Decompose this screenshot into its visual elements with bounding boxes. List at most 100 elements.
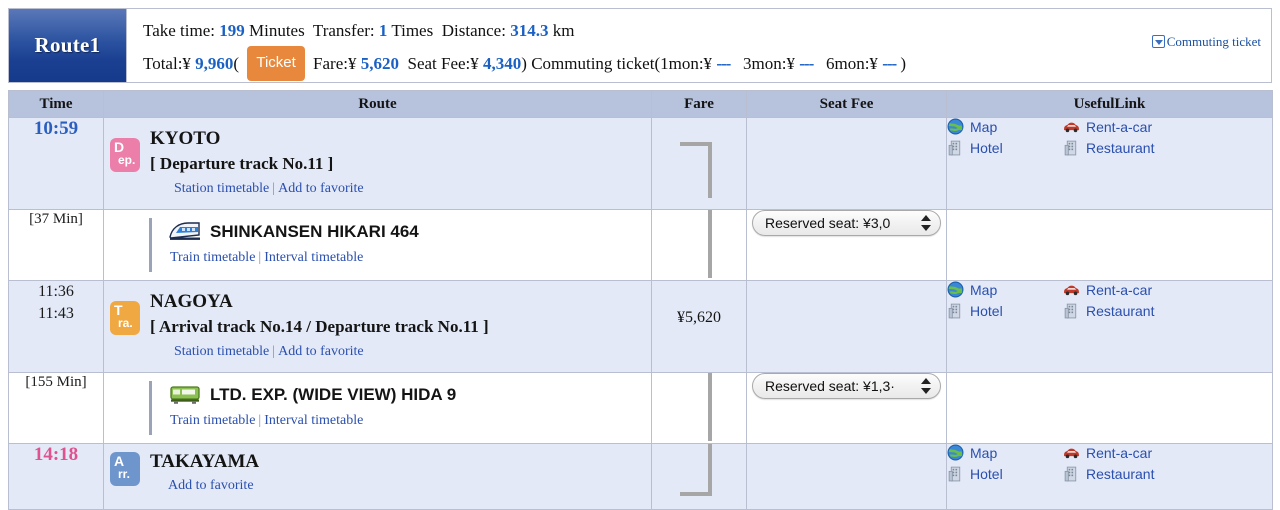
rent-a-car-link-takayama[interactable]: Rent-a-car <box>1063 444 1272 461</box>
distance-value: 314.3 <box>510 21 549 40</box>
arrival-time-takayama: 14:18 <box>33 444 79 465</box>
useful-link-cell-leg2 <box>946 372 1273 444</box>
station-name-nagoya: NAGOYA <box>150 291 233 312</box>
station-track-kyoto: [ Departure track No.11 ] <box>150 154 334 173</box>
train-name-leg2: LTD. EXP. (WIDE VIEW) HIDA 9 <box>210 385 457 404</box>
station-timetable-link-kyoto[interactable]: Station timetable <box>174 181 269 196</box>
rent-a-car-link-label: Rent-a-car <box>1086 444 1153 461</box>
column-header-fare: Fare <box>651 90 747 118</box>
seat-fee-select-leg2[interactable]: Reserved seat: ¥1,3· <box>752 373 941 399</box>
station-timetable-link-nagoya[interactable]: Station timetable <box>174 344 269 359</box>
hotel-link-label: Hotel <box>970 302 1003 319</box>
commuting-6mon-value: --- <box>882 54 897 73</box>
link-separator: | <box>258 413 262 428</box>
transfer-unit: Times <box>391 21 434 40</box>
route-cell-leg2: LTD. EXP. (WIDE VIEW) HIDA 9 Train timet… <box>103 372 652 444</box>
distance-label: Distance: <box>441 21 506 40</box>
departure-time-kyoto: 10:59 <box>33 118 79 139</box>
time-cell-kyoto: 10:59 <box>8 117 104 210</box>
fare-bracket-line-takayama <box>708 444 712 496</box>
useful-link-cell-nagoya: Map Rent-a-car Hotel Restaurant <box>946 280 1273 373</box>
useful-link-cell-takayama: Map Rent-a-car Hotel Restaurant <box>946 443 1273 510</box>
building-icon <box>1064 466 1077 482</box>
useful-link-cell-leg1 <box>946 209 1273 281</box>
restaurant-link-takayama[interactable]: Restaurant <box>1063 465 1272 482</box>
leg-duration-2: [155 Min] <box>25 374 87 390</box>
take-time-value: 199 <box>219 21 245 40</box>
departure-marker-icon: D ep. <box>110 138 140 172</box>
route-summary-body: Take time: 199 Minutes Transfer: 1 Times… <box>127 9 1271 82</box>
station-name-kyoto: KYOTO <box>150 128 221 149</box>
building-icon <box>1064 140 1077 156</box>
table-row-train-shinkansen: [37 Min] SHINKANSEN HIKARI 464 Train tim… <box>8 209 1273 281</box>
train-timetable-link-leg1[interactable]: Train timetable <box>170 250 255 265</box>
add-to-favorite-link-takayama[interactable]: Add to favorite <box>168 478 254 493</box>
restaurant-link-nagoya[interactable]: Restaurant <box>1063 302 1272 319</box>
restaurant-link-label: Restaurant <box>1086 302 1155 319</box>
add-to-favorite-link-nagoya[interactable]: Add to favorite <box>278 344 364 359</box>
restaurant-link-kyoto[interactable]: Restaurant <box>1063 139 1272 156</box>
rent-a-car-link-nagoya[interactable]: Rent-a-car <box>1063 281 1272 298</box>
table-row-station-nagoya: 11:36 11:43 T ra. NAGOYA [ Arrival track… <box>8 280 1273 373</box>
rent-a-car-link-kyoto[interactable]: Rent-a-car <box>1063 118 1272 135</box>
seat-fee-cell-leg2: Reserved seat: ¥1,3· <box>746 372 947 444</box>
interval-timetable-link-leg2[interactable]: Interval timetable <box>264 413 363 428</box>
fare-bracket-line-kyoto <box>708 142 712 198</box>
commuting-ticket-link-label: Commuting ticket <box>1166 34 1261 49</box>
column-header-useful-link: UsefulLink <box>946 90 1273 118</box>
interval-timetable-link-leg1[interactable]: Interval timetable <box>264 250 363 265</box>
hotel-link-nagoya[interactable]: Hotel <box>947 302 1063 319</box>
commuting-6mon-label: 6mon:¥ <box>825 54 878 73</box>
map-link-takayama[interactable]: Map <box>947 444 1063 461</box>
take-time-label: Take time: <box>143 21 215 40</box>
station-links-kyoto: Station timetable | Add to favorite <box>150 177 364 201</box>
stepper-arrows-icon <box>921 377 932 395</box>
chevron-down-icon <box>1151 35 1165 48</box>
map-link-nagoya[interactable]: Map <box>947 281 1063 298</box>
route-cell-kyoto: D ep. KYOTO [ Departure track No.11 ] St… <box>103 117 652 210</box>
add-to-favorite-link-kyoto[interactable]: Add to favorite <box>278 181 364 196</box>
open-paren: ( <box>233 54 240 73</box>
building-icon <box>1064 303 1077 319</box>
seat-fee-selected-option-leg1: Reserved seat: ¥3,0 <box>765 215 891 231</box>
ticket-button[interactable]: Ticket <box>247 46 305 81</box>
seatfee-label: Seat Fee:¥ <box>407 54 479 73</box>
fare-cell-takayama <box>651 443 747 510</box>
seatfee-value: 4,340 <box>483 54 522 73</box>
train-links-leg2: Train timetable | Interval timetable <box>168 409 456 433</box>
fare-cell-nagoya: ¥5,620 <box>651 280 747 373</box>
car-icon <box>1064 122 1079 133</box>
train-timetable-link-leg2[interactable]: Train timetable <box>170 413 255 428</box>
route-summary-panel: Route1 Take time: 199 Minutes Transfer: … <box>8 8 1272 83</box>
seat-fee-cell-nagoya <box>746 280 947 373</box>
transfer-marker-icon: T ra. <box>110 301 140 335</box>
summary-line-2: Total:¥ 9,960( Ticket Fare:¥ 5,620 Seat … <box>143 46 1261 81</box>
marker-bottom-letters: ra. <box>118 316 133 330</box>
map-link-kyoto[interactable]: Map <box>947 118 1063 135</box>
hotel-link-label: Hotel <box>970 465 1003 482</box>
station-links-takayama: Add to favorite <box>150 474 259 498</box>
car-icon <box>1064 448 1079 459</box>
table-row-station-kyoto: 10:59 D ep. KYOTO [ Departure track No.1… <box>8 117 1273 210</box>
hotel-link-kyoto[interactable]: Hotel <box>947 139 1063 156</box>
take-time-unit: Minutes <box>248 21 305 40</box>
hotel-link-takayama[interactable]: Hotel <box>947 465 1063 482</box>
useful-link-cell-kyoto: Map Rent-a-car Hotel Restaurant <box>946 117 1273 210</box>
fare-cell-leg2 <box>651 372 747 444</box>
arrival-time-nagoya: 11:36 <box>38 283 74 300</box>
column-header-seat-fee: Seat Fee <box>746 90 947 118</box>
station-links-nagoya: Station timetable | Add to favorite <box>150 340 489 364</box>
train-links-leg1: Train timetable | Interval timetable <box>168 246 419 270</box>
column-header-time: Time <box>8 90 104 118</box>
building-icon <box>948 303 961 319</box>
commuting-ticket-link[interactable]: Commuting ticket <box>1151 34 1261 50</box>
route-detail-table: Time Route Fare Seat Fee UsefulLink 10:5… <box>8 90 1273 510</box>
seat-fee-cell-kyoto <box>746 117 947 210</box>
fare-cell-kyoto <box>651 117 747 210</box>
seat-fee-select-leg1[interactable]: Reserved seat: ¥3,0 <box>752 210 941 236</box>
total-value: 9,960 <box>195 54 234 73</box>
map-link-label: Map <box>970 118 998 135</box>
stepper-arrows-icon <box>921 214 932 232</box>
route-cell-nagoya: T ra. NAGOYA [ Arrival track No.14 / Dep… <box>103 280 652 373</box>
time-cell-takayama: 14:18 <box>8 443 104 510</box>
